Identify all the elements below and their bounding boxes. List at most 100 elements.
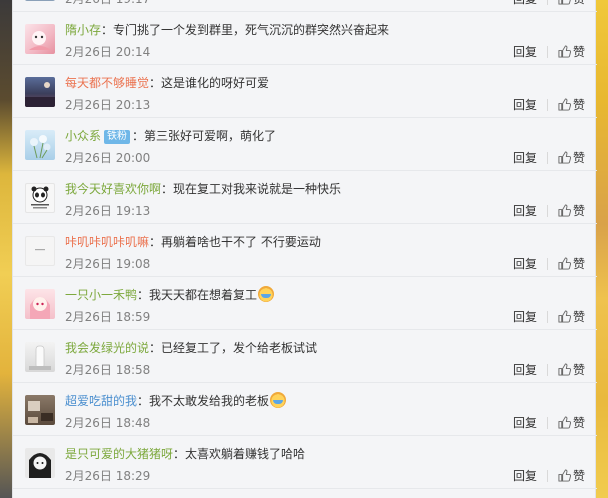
reply-button[interactable]: 回复: [513, 257, 537, 271]
like-button[interactable]: 赞: [558, 45, 585, 59]
thumbs-up-icon: [558, 0, 571, 5]
thumbs-up-icon: [558, 257, 571, 270]
avatar[interactable]: [25, 448, 55, 478]
reply-button[interactable]: 回复: [513, 204, 537, 218]
avatar[interactable]: [25, 77, 55, 107]
thumbs-up-icon: [558, 363, 571, 376]
comment-time: 2月26日 18:58: [65, 363, 151, 377]
comment-item: 2月26日 19:17 回复 赞: [13, 0, 597, 12]
comment-username[interactable]: 我今天好喜欢你啊: [65, 182, 161, 196]
avatar[interactable]: [25, 24, 55, 54]
like-button[interactable]: 赞: [558, 363, 585, 377]
comment-content: 这是谁化的呀好可爱: [161, 76, 270, 90]
background-right-edge: [596, 0, 608, 498]
like-button[interactable]: 赞: [558, 416, 585, 430]
divider: [546, 205, 548, 217]
thumbs-up-icon: [558, 98, 571, 111]
comment-actions: 回复 赞: [513, 43, 585, 61]
like-label: 赞: [573, 0, 585, 6]
comment-time: 2月26日 19:08: [65, 257, 151, 271]
thumbs-up-icon: [558, 469, 571, 482]
avatar[interactable]: [25, 236, 55, 266]
comment-username[interactable]: 是只可爱的大猪猪呀: [65, 447, 173, 461]
comment-time: 2月26日 20:00: [65, 151, 151, 165]
like-button[interactable]: 赞: [558, 310, 585, 324]
avatar-illustration-icon: [29, 31, 51, 50]
reply-button[interactable]: 回复: [513, 98, 537, 112]
avatar[interactable]: [25, 183, 55, 213]
comment-time: 2月26日 18:48: [65, 416, 151, 430]
comment-actions: 回复 赞: [513, 255, 585, 273]
comment-username[interactable]: 一只小一禾鸭: [65, 288, 137, 302]
reply-button[interactable]: 回复: [513, 0, 537, 6]
comment-item: 我今天好喜欢你啊：现在复工对我来说就是一种快乐 2月26日 19:13 回复 赞: [13, 171, 597, 224]
avatar-night-scene-icon: [25, 82, 55, 107]
comment-item: 隋小存：专门挑了一个发到群里，死气沉沉的群突然兴奋起来 2月26日 20:14 …: [13, 12, 597, 65]
divider: [546, 311, 548, 323]
like-button[interactable]: 赞: [558, 257, 585, 271]
divider: [546, 258, 548, 270]
like-label: 赞: [572, 310, 585, 324]
comment-body: 每天都不够睡觉：这是谁化的呀好可爱: [65, 74, 585, 92]
reply-button[interactable]: 回复: [513, 45, 537, 59]
comment-body: 小众系 铁粉 ：第三张好可爱啊，萌化了: [65, 127, 585, 145]
like-label: 赞: [572, 204, 585, 218]
crying-laughing-emoji-icon: [258, 286, 275, 302]
reply-button[interactable]: 回复: [513, 416, 537, 430]
divider: [546, 364, 548, 376]
like-button[interactable]: 赞: [558, 469, 585, 483]
avatar[interactable]: [25, 395, 55, 425]
comment-content: 太喜欢躺着赚钱了哈哈: [185, 447, 306, 461]
like-button[interactable]: 赞: [558, 204, 585, 218]
reply-button[interactable]: 回复: [513, 151, 537, 165]
comment-body: 我会发绿光的说：已经复工了，发个给老板试试: [65, 339, 585, 357]
avatar-flowers-icon: [30, 135, 51, 159]
reply-button[interactable]: 回复: [513, 310, 537, 324]
comment-list: 2月26日 19:17 回复赞 隋小存：专门挑了一个发到群里，死气沉沉的群突然兴…: [12, 0, 597, 498]
avatar[interactable]: [25, 130, 55, 160]
reply-button[interactable]: 回复: [513, 363, 537, 377]
like-label: 赞: [572, 45, 585, 59]
comment-body: 咔叽咔叽咔叽嘛：再躺着啥也干不了 不行要运动: [65, 233, 585, 251]
comment-username[interactable]: 咔叽咔叽咔叽嘛: [65, 235, 149, 249]
comment-time: 2月26日 19:17: [65, 0, 150, 8]
avatar[interactable]: [25, 342, 55, 372]
divider: [546, 46, 548, 58]
avatar[interactable]: [25, 0, 55, 1]
comment-content: 现在复工对我来说就是一种快乐: [173, 182, 342, 196]
comment-item: 咔叽咔叽咔叽嘛：再躺着啥也干不了 不行要运动 2月26日 19:08 回复 赞: [13, 224, 597, 277]
comment-time: 2月26日 18:59: [65, 310, 151, 324]
comment-username[interactable]: 小众系: [65, 129, 101, 143]
comment-content: 专门挑了一个发到群里，死气沉沉的群突然兴奋起来: [113, 23, 390, 37]
colon: ：: [132, 129, 145, 143]
avatar[interactable]: [25, 289, 55, 319]
comment-item: 小众系 铁粉 ：第三张好可爱啊，萌化了 2月26日 20:00 回复 赞: [13, 118, 597, 171]
comment-username[interactable]: 超爱吃甜的我: [65, 394, 137, 408]
like-button[interactable]: 赞: [558, 0, 585, 6]
comment-item: 一只小一禾鸭：我天天都在想着复工 2月26日 18:59 回复 赞: [13, 277, 597, 330]
thumbs-up-icon: [558, 416, 571, 429]
comment-time: 2月26日 18:29: [65, 469, 151, 483]
comment-actions: 回复 赞: [513, 202, 585, 220]
comment-time: 2月26日 19:13: [65, 204, 151, 218]
comment-username[interactable]: 每天都不够睡觉: [65, 76, 149, 90]
reply-button[interactable]: 回复: [513, 469, 537, 483]
comment-actions: 回复 赞: [513, 96, 585, 114]
colon: ：: [149, 76, 162, 90]
divider: [546, 0, 548, 5]
like-label: 赞: [572, 363, 585, 377]
like-button[interactable]: 赞: [558, 151, 585, 165]
like-button[interactable]: 赞: [558, 98, 585, 112]
comment-username[interactable]: 我会发绿光的说: [65, 341, 149, 355]
comment-body: 一只小一禾鸭：我天天都在想着复工: [65, 286, 585, 304]
comment-username[interactable]: 隋小存: [65, 23, 101, 37]
comment-actions: 回复 赞: [513, 308, 585, 326]
comment-body: 超爱吃甜的我：我不太敢发给我的老板: [65, 392, 585, 410]
like-label: 赞: [572, 257, 585, 271]
colon: ：: [173, 447, 186, 461]
fan-badge[interactable]: 铁粉: [104, 130, 131, 144]
comment-content: 我天天都在想着复工: [149, 288, 258, 302]
thumbs-up-icon: [558, 310, 571, 323]
colon: ：: [161, 182, 174, 196]
comment-content: 第三张好可爱啊，萌化了: [144, 129, 277, 143]
